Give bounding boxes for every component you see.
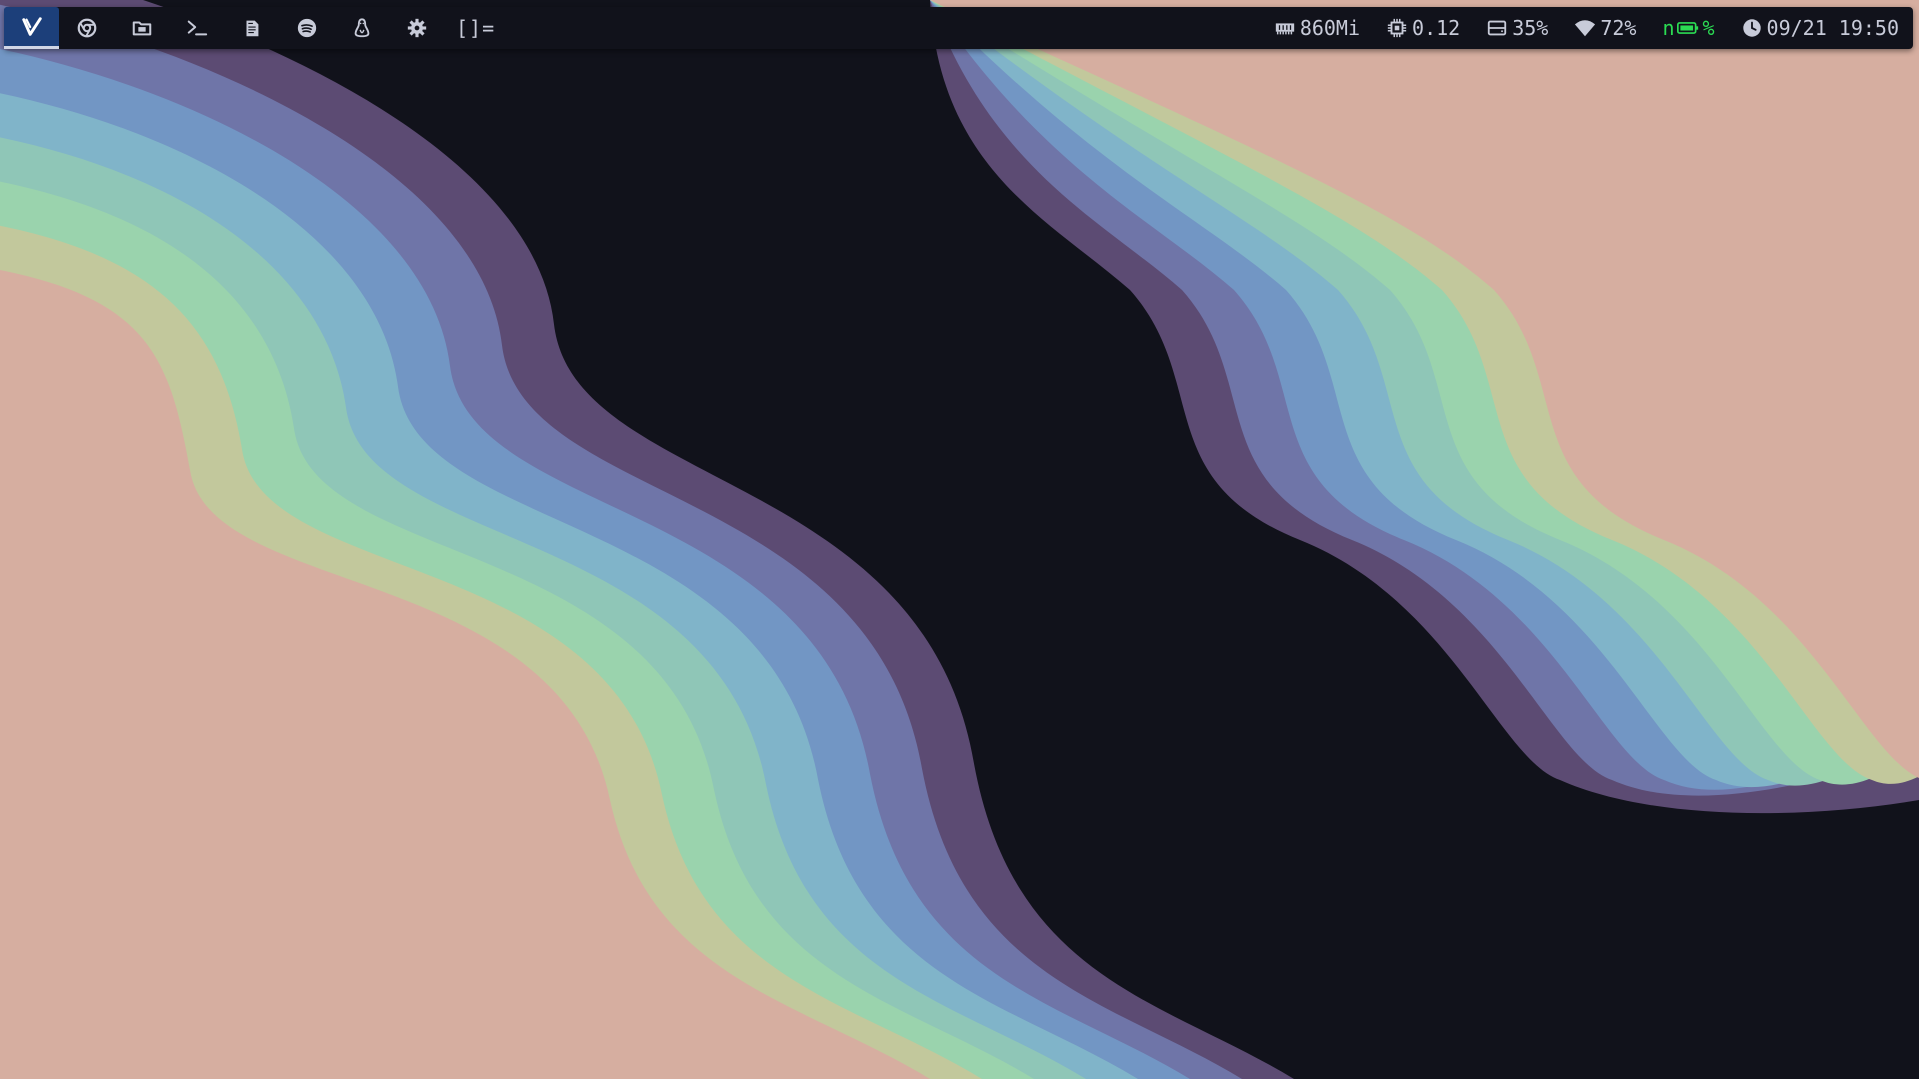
notes-icon [246, 20, 258, 37]
memory-value: 860Mi [1299, 16, 1361, 40]
tag-linux[interactable] [334, 7, 389, 49]
battery-prefix: n [1662, 16, 1675, 40]
cpu-value: 0.12 [1412, 16, 1461, 40]
workspace-tags [4, 7, 444, 49]
spotify-icon [297, 18, 316, 38]
desktop-wallpaper [0, 0, 1919, 1079]
status-modules: 860Mi 0.12 35% 72% n % 09/21 19:50 [1248, 7, 1913, 49]
status-bar: []= 860Mi 0.12 35% 72% n % 09/21 19:50 [4, 7, 1913, 49]
chrome-icon [77, 18, 96, 38]
cpu-icon [1387, 18, 1407, 38]
clock-module: 09/21 19:50 [1741, 16, 1899, 40]
tag-chrome[interactable] [59, 7, 114, 49]
tag-files[interactable] [114, 7, 169, 49]
layout-indicator[interactable]: []= [456, 16, 495, 40]
tag-settings[interactable] [389, 7, 444, 49]
gear-icon [407, 18, 426, 38]
memory-icon [1275, 23, 1294, 35]
wifi-value: 72% [1600, 16, 1637, 40]
disk-value: 35% [1512, 16, 1549, 40]
linux-tux-icon [354, 18, 369, 38]
cpu-module: 0.12 [1386, 16, 1460, 40]
tag-vivaldi[interactable] [4, 7, 59, 49]
datetime-value: 09/21 19:50 [1766, 16, 1899, 40]
battery-module: n % [1662, 16, 1714, 40]
wifi-module: 72% [1574, 16, 1636, 40]
terminal-icon [187, 20, 207, 36]
tag-notes[interactable] [224, 7, 279, 49]
battery-value: % [1702, 16, 1715, 40]
tag-terminal[interactable] [169, 7, 224, 49]
tag-spotify[interactable] [279, 7, 334, 49]
battery-icon [1676, 22, 1698, 34]
vivaldi-icon [21, 16, 42, 36]
memory-module: 860Mi [1274, 16, 1360, 40]
disk-module: 35% [1486, 16, 1548, 40]
clock-icon [1742, 19, 1761, 37]
wifi-icon [1575, 20, 1596, 37]
file-manager-icon [132, 21, 151, 36]
disk-icon [1488, 20, 1507, 36]
